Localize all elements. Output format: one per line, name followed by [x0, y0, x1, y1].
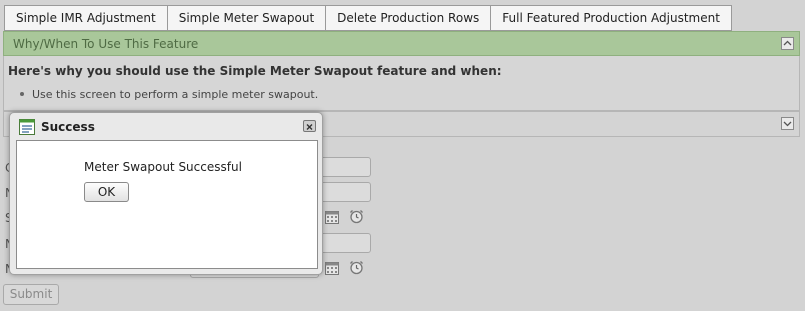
submit-button[interactable]: Submit: [3, 284, 59, 305]
tab-simple-meter-swapout[interactable]: Simple Meter Swapout: [166, 5, 326, 31]
info-bullet: Use this screen to perform a simple mete…: [20, 88, 319, 101]
tab-full-featured-production-adjustment[interactable]: Full Featured Production Adjustment: [490, 5, 732, 31]
window-icon: [19, 119, 35, 135]
alarm-clock-icon[interactable]: [349, 260, 364, 275]
ok-button[interactable]: OK: [84, 182, 129, 202]
info-panel-title: Why/When To Use This Feature: [13, 37, 199, 51]
close-icon[interactable]: [303, 120, 316, 132]
chevron-up-icon[interactable]: [781, 37, 794, 50]
alarm-clock-icon[interactable]: [349, 209, 364, 224]
bullet-dot: [20, 92, 24, 96]
info-panel-body: Here's why you should use the Simple Met…: [3, 56, 800, 111]
info-bullet-text: Use this screen to perform a simple mete…: [32, 88, 319, 101]
dialog-message: Meter Swapout Successful: [84, 160, 242, 174]
info-panel-header[interactable]: Why/When To Use This Feature: [3, 31, 800, 56]
calendar-icon[interactable]: [325, 211, 339, 224]
tab-bar: Simple IMR Adjustment Simple Meter Swapo…: [4, 5, 732, 31]
chevron-down-icon[interactable]: [781, 117, 794, 130]
calendar-icon[interactable]: [325, 262, 339, 275]
dialog-title: Success: [41, 120, 95, 134]
tab-simple-imr-adjustment[interactable]: Simple IMR Adjustment: [4, 5, 167, 31]
dialog-body: Meter Swapout Successful OK: [16, 140, 318, 269]
success-dialog: Success Meter Swapout Successful OK: [9, 112, 323, 275]
tab-delete-production-rows[interactable]: Delete Production Rows: [325, 5, 491, 31]
info-heading: Here's why you should use the Simple Met…: [8, 64, 502, 78]
